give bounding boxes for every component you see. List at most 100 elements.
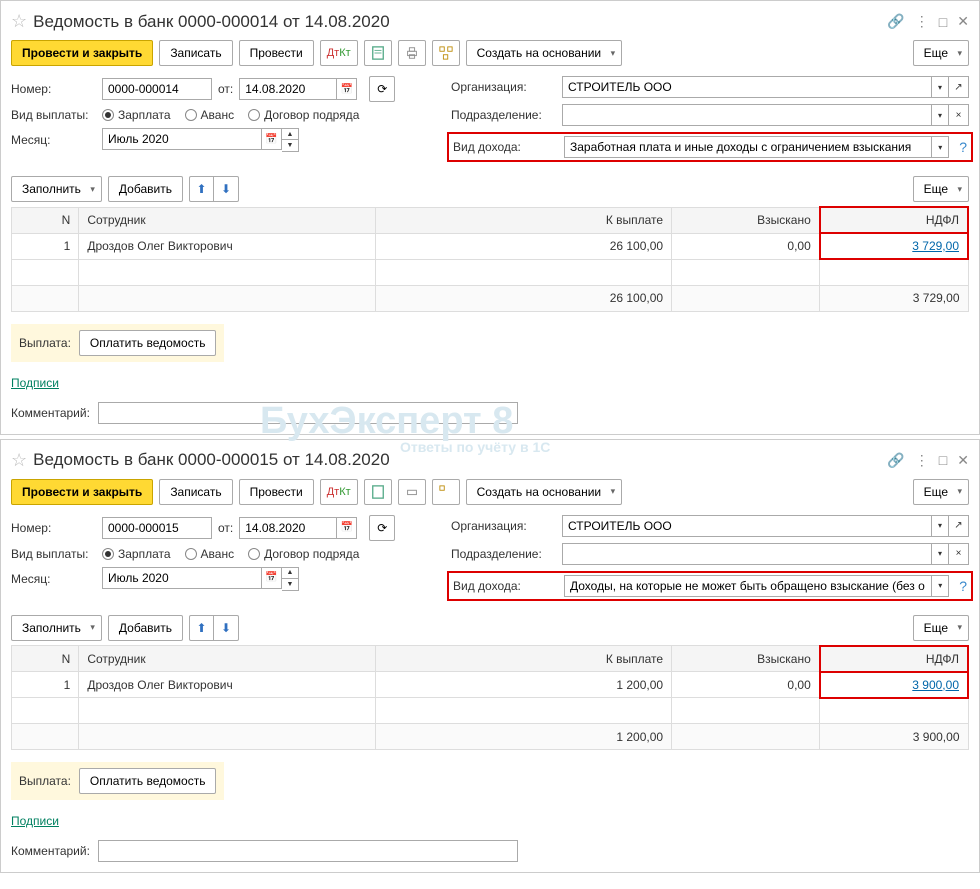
create-based-button[interactable]: Создать на основании <box>466 479 623 505</box>
maximize-icon[interactable]: □ <box>939 452 947 468</box>
ndfl-link[interactable]: 3 729,00 <box>912 239 959 253</box>
print-icon[interactable] <box>398 479 426 505</box>
comment-input[interactable] <box>98 402 518 424</box>
table-more-button[interactable]: Еще <box>913 176 969 202</box>
pay-button[interactable]: Оплатить ведомость <box>79 768 217 794</box>
print-icon[interactable] <box>398 40 426 66</box>
table-total-row: 1 200,00 3 900,00 <box>12 724 969 750</box>
post-close-button[interactable]: Провести и закрыть <box>11 40 153 66</box>
dept-dropdown-icon[interactable]: ▾ <box>931 104 949 126</box>
ndfl-link[interactable]: 3 900,00 <box>912 678 959 692</box>
fill-button[interactable]: Заполнить <box>11 615 102 641</box>
signatures-link[interactable]: Подписи <box>11 814 59 828</box>
dept-clear-icon[interactable]: × <box>949 543 969 565</box>
radio-contract[interactable]: Договор подряда <box>248 547 359 561</box>
table-total-row: 26 100,00 3 729,00 <box>12 285 969 311</box>
radio-salary[interactable]: Зарплата <box>102 547 171 561</box>
org-input[interactable] <box>562 76 931 98</box>
dept-input[interactable] <box>562 104 931 126</box>
add-button[interactable]: Добавить <box>108 176 183 202</box>
org-open-icon[interactable]: ↗ <box>949 76 969 98</box>
more-button[interactable]: Еще <box>913 479 969 505</box>
post-button[interactable]: Провести <box>239 40 314 66</box>
move-buttons[interactable]: ⬆⬇ <box>189 615 239 641</box>
create-based-button[interactable]: Создать на основании <box>466 40 623 66</box>
number-input[interactable] <box>102 517 212 539</box>
link-icon[interactable]: 🔗 <box>887 13 904 30</box>
table-empty-row <box>12 698 969 724</box>
save-button[interactable]: Записать <box>159 479 232 505</box>
month-calendar-icon[interactable]: 📅 <box>262 567 282 589</box>
org-dropdown-icon[interactable]: ▾ <box>931 76 949 98</box>
add-button[interactable]: Добавить <box>108 615 183 641</box>
refresh-icon[interactable]: ⟳ <box>369 76 395 102</box>
calendar-icon[interactable]: 📅 <box>337 517 357 539</box>
income-dropdown-icon[interactable]: ▾ <box>931 575 949 597</box>
paytype-label: Вид выплаты: <box>11 547 96 561</box>
post-close-button[interactable]: Провести и закрыть <box>11 479 153 505</box>
dept-input[interactable] <box>562 543 931 565</box>
close-icon[interactable]: ✕ <box>957 13 969 30</box>
report-icon[interactable] <box>364 40 392 66</box>
help-icon[interactable]: ? <box>959 139 967 155</box>
post-button[interactable]: Провести <box>239 479 314 505</box>
fill-button[interactable]: Заполнить <box>11 176 102 202</box>
pay-button[interactable]: Оплатить ведомость <box>79 330 217 356</box>
link-icon[interactable]: 🔗 <box>887 452 904 469</box>
radio-contract[interactable]: Договор подряда <box>248 108 359 122</box>
signatures-link[interactable]: Подписи <box>11 376 59 390</box>
income-label: Вид дохода: <box>453 140 558 154</box>
favorite-icon[interactable]: ☆ <box>11 11 27 32</box>
month-calendar-icon[interactable]: 📅 <box>262 128 282 150</box>
org-dropdown-icon[interactable]: ▾ <box>931 515 949 537</box>
col-n: N <box>12 207 79 233</box>
income-input[interactable] <box>564 136 931 158</box>
refresh-icon[interactable]: ⟳ <box>369 515 395 541</box>
page-title: Ведомость в банк 0000-000015 от 14.08.20… <box>33 450 887 470</box>
income-input[interactable] <box>564 575 931 597</box>
col-pay: К выплате <box>375 207 671 233</box>
more-button[interactable]: Еще <box>913 40 969 66</box>
comment-input[interactable] <box>98 840 518 862</box>
month-stepper[interactable]: ▲▼ <box>282 128 299 152</box>
table-row[interactable]: 1 Дроздов Олег Викторович 26 100,00 0,00… <box>12 233 969 259</box>
close-icon[interactable]: ✕ <box>957 452 969 469</box>
structure-icon[interactable] <box>432 479 460 505</box>
payment-section: Выплата: Оплатить ведомость <box>11 324 224 362</box>
number-input[interactable] <box>102 78 212 100</box>
arrow-up-icon: ⬆ <box>190 616 214 640</box>
menu-icon[interactable]: ⋮ <box>915 13 929 30</box>
date-input[interactable] <box>239 517 337 539</box>
structure-icon[interactable] <box>432 40 460 66</box>
menu-icon[interactable]: ⋮ <box>915 452 929 469</box>
org-input[interactable] <box>562 515 931 537</box>
table-row[interactable]: 1 Дроздов Олег Викторович 1 200,00 0,00 … <box>12 672 969 698</box>
comment-label: Комментарий: <box>11 844 90 858</box>
month-input[interactable] <box>102 128 262 150</box>
month-stepper[interactable]: ▲▼ <box>282 567 299 591</box>
dtKt-icon[interactable]: ДтКт <box>320 479 358 505</box>
table-more-button[interactable]: Еще <box>913 615 969 641</box>
dtKt-icon[interactable]: ДтКт <box>320 40 358 66</box>
date-input[interactable] <box>239 78 337 100</box>
dept-clear-icon[interactable]: × <box>949 104 969 126</box>
org-open-icon[interactable]: ↗ <box>949 515 969 537</box>
arrow-down-icon: ⬇ <box>214 177 238 201</box>
radio-advance[interactable]: Аванс <box>185 108 235 122</box>
income-dropdown-icon[interactable]: ▾ <box>931 136 949 158</box>
calendar-icon[interactable]: 📅 <box>337 78 357 100</box>
payment-label: Выплата: <box>19 774 71 788</box>
report-icon[interactable] <box>364 479 392 505</box>
month-label: Месяц: <box>11 133 96 147</box>
favorite-icon[interactable]: ☆ <box>11 450 27 471</box>
help-icon[interactable]: ? <box>959 578 967 594</box>
radio-salary[interactable]: Зарплата <box>102 108 171 122</box>
month-input[interactable] <box>102 567 262 589</box>
from-label: от: <box>218 521 233 535</box>
radio-advance[interactable]: Аванс <box>185 547 235 561</box>
dept-dropdown-icon[interactable]: ▾ <box>931 543 949 565</box>
save-button[interactable]: Записать <box>159 40 232 66</box>
move-buttons[interactable]: ⬆⬇ <box>189 176 239 202</box>
maximize-icon[interactable]: □ <box>939 14 947 30</box>
dept-label: Подразделение: <box>451 108 556 122</box>
